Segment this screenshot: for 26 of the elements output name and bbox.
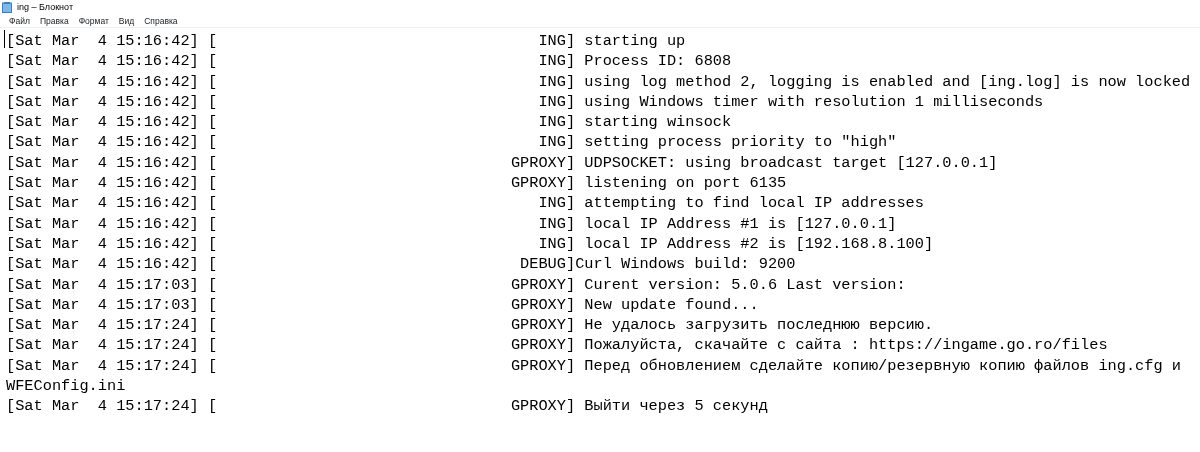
log-line: [Sat Mar 4 15:17:24] [ GPROXY] Не удалось загрузить последнюю версию. — [6, 315, 935, 336]
log-line: [Sat Mar 4 15:16:42] [ ING] using Windows timer with resolution 1 milliseconds — [6, 91, 1045, 113]
notepad-icon — [2, 2, 13, 13]
log-line: [Sat Mar 4 15:16:42] [ ING] setting process priority to "high" — [6, 132, 898, 153]
log-line: [Sat Mar 4 15:16:42] [ ING] attempting to find local IP addresses — [6, 193, 925, 214]
log-line: [Sat Mar 4 15:17:03] [ GPROXY] Curent version: 5.0.6 Last version: — [6, 274, 907, 295]
menu-item[interactable]: Формат — [73, 15, 114, 27]
menu-item[interactable]: Справка — [139, 15, 183, 27]
log-line: [Sat Mar 4 15:16:42] [ ING] starting up — [6, 31, 687, 52]
window-title: ing – Блокнот — [17, 0, 74, 14]
log-line: [Sat Mar 4 15:16:42] [ DEBUG]Curl Windows build: 9200 — [6, 254, 797, 275]
log-line: [Sat Mar 4 15:16:42] [ ING] using log method 2, logging is enabled and [ing.log] is now locked — [6, 71, 1192, 92]
log-line: [Sat Mar 4 15:16:42] [ ING] starting winsock — [6, 112, 733, 133]
text-cursor — [4, 30, 5, 48]
menu-item[interactable]: Правка — [34, 15, 74, 27]
log-line: [Sat Mar 4 15:16:42] [ GPROXY] UDPSOCKET: using broadcast target [127.0.0.1] — [6, 152, 999, 174]
log-line: [Sat Mar 4 15:17:03] [ GPROXY] New update found... — [6, 294, 760, 316]
menu-item[interactable]: Вид — [113, 15, 140, 27]
log-line: [Sat Mar 4 15:16:42] [ ING] local IP Address #2 is [192.168.8.100] — [6, 233, 935, 255]
menu-item[interactable]: Файл — [4, 15, 35, 27]
log-line: [Sat Mar 4 15:16:42] [ ING] local IP Address #1 is [127.0.0.1] — [6, 213, 898, 234]
log-line: [Sat Mar 4 15:17:24] [ GPROXY] Перед обновлением сделайте копию/резервную копию файлов ing.cfg и WFEConfig.ini — [6, 355, 1182, 397]
log-line: [Sat Mar 4 15:17:24] [ GPROXY] Пожалуйста, скачайте с сайта : https://ingame.go.ro/files — [6, 335, 1109, 356]
log-line: [Sat Mar 4 15:16:42] [ GPROXY] listening on port 6135 — [6, 173, 788, 194]
log-line: [Sat Mar 4 15:16:42] [ ING] Process ID: 6808 — [6, 51, 733, 72]
log-line: [Sat Mar 4 15:17:24] [ GPROXY] Выйти через 5 секунд — [6, 396, 769, 417]
